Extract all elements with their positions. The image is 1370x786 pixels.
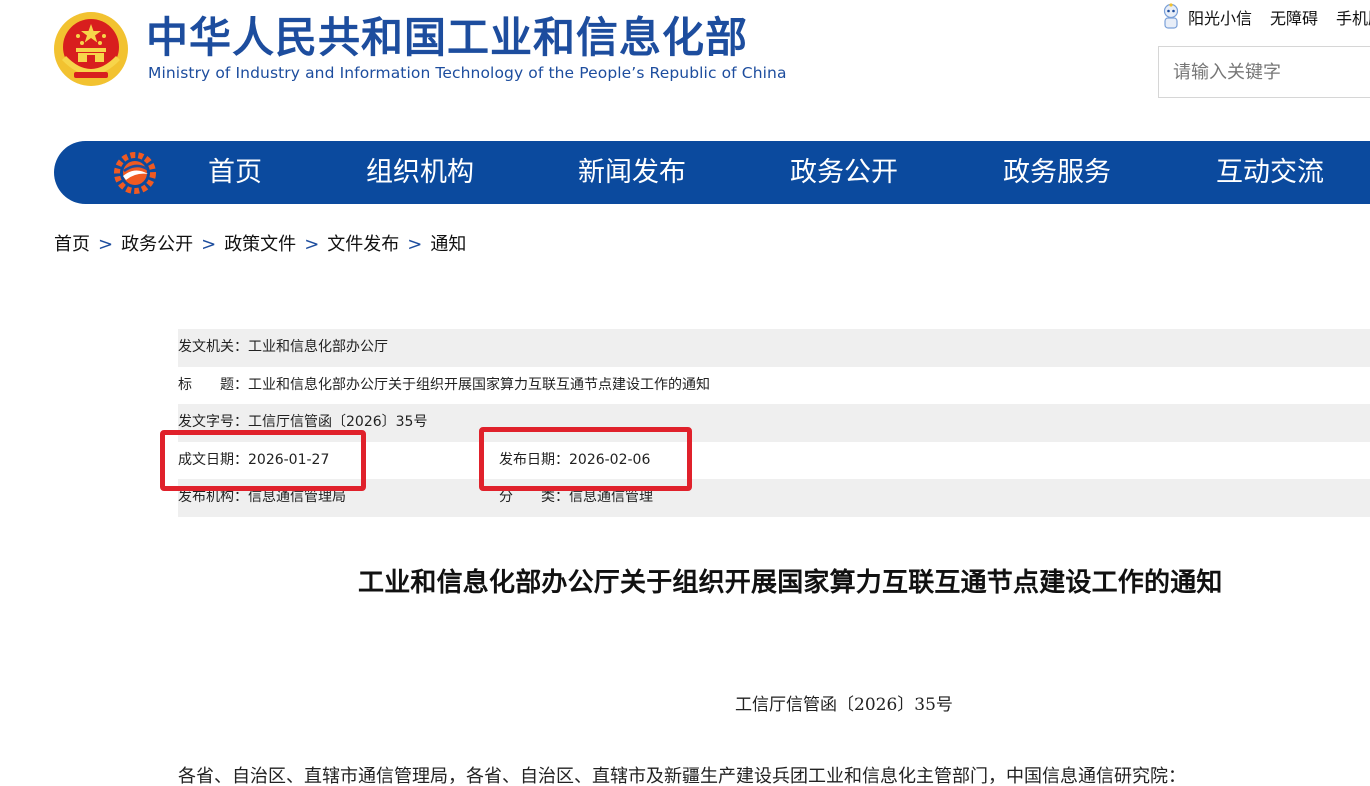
meta-docno-value: 工信厅信管函〔2026〕35号 xyxy=(248,414,428,431)
search-box xyxy=(1158,46,1370,98)
nav-item-news[interactable]: 新闻发布 xyxy=(578,141,686,204)
breadcrumb-separator: > xyxy=(304,234,320,255)
national-emblem-icon xyxy=(54,12,128,86)
breadcrumb-policy-files[interactable]: 政策文件 xyxy=(224,234,296,255)
article-title: 工业和信息化部办公厅关于组织开展国家算力互联互通节点建设工作的通知 xyxy=(358,568,1223,598)
top-link-mobile[interactable]: 手机版 xyxy=(1336,5,1370,29)
meta-title-value: 工业和信息化部办公厅关于组织开展国家算力互联互通节点建设工作的通知 xyxy=(248,376,710,393)
nav-item-organization[interactable]: 组织机构 xyxy=(366,141,474,204)
meta-category-value: 信息通信管理 xyxy=(569,489,653,506)
meta-org-label: 发布机构： xyxy=(178,489,248,506)
sunshine-robot-icon xyxy=(1163,3,1179,29)
meta-docno-label: 发文字号： xyxy=(178,414,248,431)
meta-title-label: 标 题： xyxy=(178,376,248,393)
page: 中华人民共和国工业和信息化部 Ministry of Industry and … xyxy=(0,0,1370,786)
breadcrumb-separator: > xyxy=(98,234,114,255)
meta-issuer-label: 发文机关： xyxy=(178,339,248,355)
breadcrumb-separator: > xyxy=(201,234,217,255)
top-link-sunshine[interactable]: 阳光小信 xyxy=(1160,3,1252,31)
article-doc-number: 工信厅信管函〔2026〕35号 xyxy=(735,695,953,715)
nav-item-home[interactable]: 首页 xyxy=(208,141,262,204)
nav-item-gov-services[interactable]: 政务服务 xyxy=(1003,141,1111,204)
breadcrumb-home[interactable]: 首页 xyxy=(54,234,90,255)
article-salutation: 各省、自治区、直辖市通信管理局，各省、自治区、直辖市及新疆生产建设兵团工业和信息… xyxy=(178,766,1186,786)
breadcrumb-notice[interactable]: 通知 xyxy=(430,234,466,255)
meta-row-issuer: 发文机关：工业和信息化部办公厅 xyxy=(178,329,1370,367)
site-title-cn: 中华人民共和国工业和信息化部 xyxy=(146,13,749,62)
site-title-en: Ministry of Industry and Information Tec… xyxy=(148,64,787,82)
breadcrumb: 首页 > 政务公开 > 政策文件 > 文件发布 > 通知 xyxy=(54,230,466,256)
meta-category-label: 分 类： xyxy=(499,489,569,506)
nav-item-interaction[interactable]: 互动交流 xyxy=(1216,141,1324,204)
highlight-written-date xyxy=(160,430,366,491)
meta-row-title: 标 题：工业和信息化部办公厅关于组织开展国家算力互联互通节点建设工作的通知 xyxy=(178,367,1370,405)
meta-org-value: 信息通信管理局 xyxy=(248,489,346,506)
miit-logo-icon[interactable] xyxy=(114,152,156,194)
breadcrumb-file-release[interactable]: 文件发布 xyxy=(327,234,399,255)
search-input[interactable] xyxy=(1159,47,1370,97)
top-links: 阳光小信 无障碍 手机版 xyxy=(1160,3,1370,31)
meta-issuer-value: 工业和信息化部办公厅 xyxy=(248,339,388,355)
top-link-accessibility[interactable]: 无障碍 xyxy=(1270,5,1318,29)
highlight-publish-date xyxy=(479,427,692,491)
breadcrumb-gov-affairs[interactable]: 政务公开 xyxy=(121,234,193,255)
nav-item-gov-affairs[interactable]: 政务公开 xyxy=(790,141,898,204)
breadcrumb-separator: > xyxy=(407,234,423,255)
main-nav: 首页 组织机构 新闻发布 政务公开 政务服务 互动交流 xyxy=(54,141,1370,204)
top-link-sunshine-label: 阳光小信 xyxy=(1188,9,1253,28)
